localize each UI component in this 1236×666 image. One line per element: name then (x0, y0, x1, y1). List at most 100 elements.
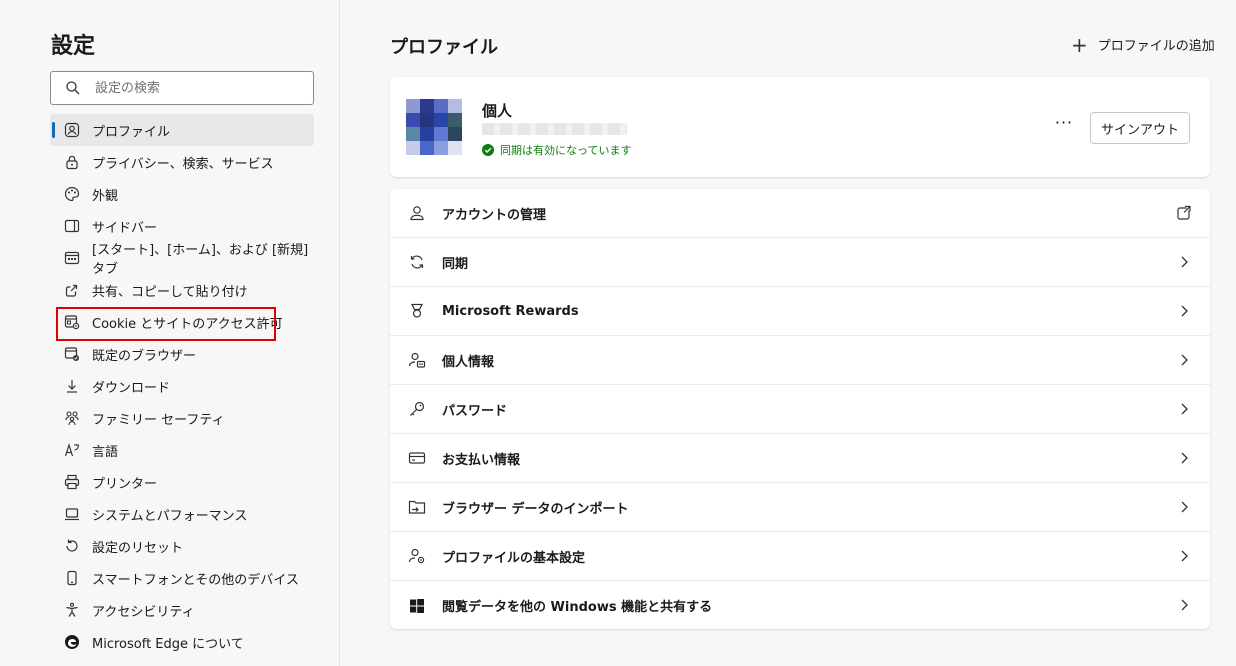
account-icon (408, 204, 426, 222)
sidebar-item-label: Microsoft Edge について (92, 636, 244, 652)
sidebar-item-system-performance[interactable]: システムとパフォーマンス (50, 498, 314, 530)
row-label: 個人情報 (442, 354, 495, 370)
sync-status-text: 同期は有効になっています (500, 144, 632, 157)
profile-email-redacted (482, 123, 627, 135)
sidebar-item-label: サイドバー (92, 220, 158, 236)
language-icon (64, 442, 80, 458)
sidebar-item-label: アクセシビリティ (92, 604, 195, 620)
windows-icon (408, 597, 426, 615)
profile-icon (64, 122, 80, 138)
sidebar-item-label: スマートフォンとその他のデバイス (92, 572, 299, 588)
sidebar-item-label: ダウンロード (92, 380, 171, 396)
sidebar-item-label: Cookie とサイトのアクセス許可 (92, 316, 283, 332)
sidebar-item-label: 既定のブラウザー (92, 348, 197, 364)
sidebar-item-family-safety[interactable]: ファミリー セーフティ (50, 402, 314, 434)
sidebar-item-start-home-newtab[interactable]: [スタート]、[ホーム]、および [新規] タブ (50, 242, 314, 277)
sync-status: 同期は有効になっています (482, 142, 631, 158)
family-icon (64, 410, 80, 426)
start-home-icon (64, 250, 80, 266)
share-icon (64, 282, 80, 298)
reset-icon (64, 538, 80, 554)
profile-card: 個人 同期は有効になっています ··· サインアウト (390, 77, 1210, 177)
sidebar-item-appearance[interactable]: 外観 (50, 178, 314, 210)
external-link-icon (1176, 204, 1192, 222)
key-icon (408, 400, 426, 418)
row-personal-info[interactable]: 個人情報 (390, 336, 1210, 385)
row-label: パスワード (442, 403, 508, 419)
chevron-right-icon (1176, 596, 1192, 614)
lock-icon (64, 154, 80, 170)
import-icon (408, 498, 426, 516)
chevron-right-icon (1176, 449, 1192, 467)
avatar (406, 99, 462, 155)
settings-search-box[interactable] (50, 71, 314, 105)
sidebar-item-printers[interactable]: プリンター (50, 466, 314, 498)
chevron-right-icon (1176, 547, 1192, 565)
sidebar-item-accessibility[interactable]: アクセシビリティ (50, 594, 314, 626)
profile-settings-list: アカウントの管理 同期 Microsoft Rewards 個人情報 パスワード… (390, 189, 1210, 629)
page-title: プロファイル (390, 37, 498, 58)
accessibility-icon (64, 602, 80, 618)
sync-icon (408, 253, 426, 271)
sidebar-item-phone-devices[interactable]: スマートフォンとその他のデバイス (50, 562, 314, 594)
add-profile-button[interactable]: + プロファイルの追加 (1071, 32, 1215, 57)
row-label: Microsoft Rewards (442, 303, 579, 319)
chevron-right-icon (1176, 253, 1192, 271)
card-icon (408, 449, 426, 467)
edge-logo-icon (64, 634, 80, 650)
sidebar-item-cookies-site-permissions[interactable]: Cookie とサイトのアクセス許可 (50, 306, 314, 341)
row-share-browsing-data-windows[interactable]: 閲覧データを他の Windows 機能と共有する (390, 581, 1210, 630)
phone-icon (64, 570, 80, 586)
rewards-icon (408, 302, 426, 320)
search-icon (65, 80, 81, 96)
settings-nav: プロファイル プライバシー、検索、サービス 外観 サイドバー [スタート]、[ホ… (50, 114, 314, 658)
add-profile-label: プロファイルの追加 (1097, 39, 1215, 54)
sidebar-item-reset-settings[interactable]: 設定のリセット (50, 530, 314, 562)
laptop-icon (64, 506, 80, 522)
sidebar-title: 設定 (51, 34, 96, 59)
default-browser-icon (64, 346, 80, 362)
row-label: ブラウザー データのインポート (442, 501, 629, 517)
row-label: お支払い情報 (442, 452, 521, 468)
row-manage-account[interactable]: アカウントの管理 (390, 189, 1210, 238)
chevron-right-icon (1176, 302, 1192, 320)
settings-sidebar: 設定 プロファイル プライバシー、検索、サービス 外観 サイドバー [スタート]… (0, 0, 340, 666)
sidebar-item-about-edge[interactable]: Microsoft Edge について (50, 626, 314, 658)
sidebar-item-sidebar[interactable]: サイドバー (50, 210, 314, 242)
chevron-right-icon (1176, 400, 1192, 418)
row-label: プロファイルの基本設定 (442, 550, 586, 566)
profile-settings-icon (408, 547, 426, 565)
sidebar-item-privacy[interactable]: プライバシー、検索、サービス (50, 146, 314, 178)
sidebar-item-languages[interactable]: 言語 (50, 434, 314, 466)
sign-out-button[interactable]: サインアウト (1090, 112, 1190, 144)
sidebar-item-default-browser[interactable]: 既定のブラウザー (50, 338, 314, 370)
settings-search-input[interactable] (95, 78, 305, 98)
row-label: 閲覧データを他の Windows 機能と共有する (442, 600, 713, 615)
sidebar-item-share-copy-paste[interactable]: 共有、コピーして貼り付け (50, 274, 314, 306)
chevron-right-icon (1176, 351, 1192, 369)
personal-info-icon (408, 351, 426, 369)
row-label: アカウントの管理 (442, 207, 547, 223)
sidebar-item-label: プリンター (92, 476, 158, 492)
row-sync[interactable]: 同期 (390, 238, 1210, 287)
palette-icon (64, 186, 80, 202)
sidebar-item-label: プライバシー、検索、サービス (92, 156, 274, 172)
row-import-browser-data[interactable]: ブラウザー データのインポート (390, 483, 1210, 532)
check-circle-icon (482, 144, 494, 156)
sidebar-item-label: 共有、コピーして貼り付け (92, 284, 248, 300)
chevron-right-icon (1176, 498, 1192, 516)
sidebar-item-label: 外観 (92, 188, 119, 204)
sidebar-item-label: [スタート]、[ホーム]、および [新規] タブ (92, 243, 309, 277)
sidebar-item-label: システムとパフォーマンス (92, 508, 248, 524)
sidebar-item-profile[interactable]: プロファイル (50, 114, 314, 146)
plus-icon: + (1071, 32, 1088, 57)
sidebar-icon (64, 218, 80, 234)
sidebar-item-downloads[interactable]: ダウンロード (50, 370, 314, 402)
row-passwords[interactable]: パスワード (390, 385, 1210, 434)
sidebar-item-label: プロファイル (92, 124, 171, 140)
row-payment-info[interactable]: お支払い情報 (390, 434, 1210, 483)
row-profile-preferences[interactable]: プロファイルの基本設定 (390, 532, 1210, 581)
row-microsoft-rewards[interactable]: Microsoft Rewards (390, 287, 1210, 336)
more-options-button[interactable]: ··· (1052, 113, 1076, 137)
sidebar-item-label: 言語 (92, 444, 119, 460)
